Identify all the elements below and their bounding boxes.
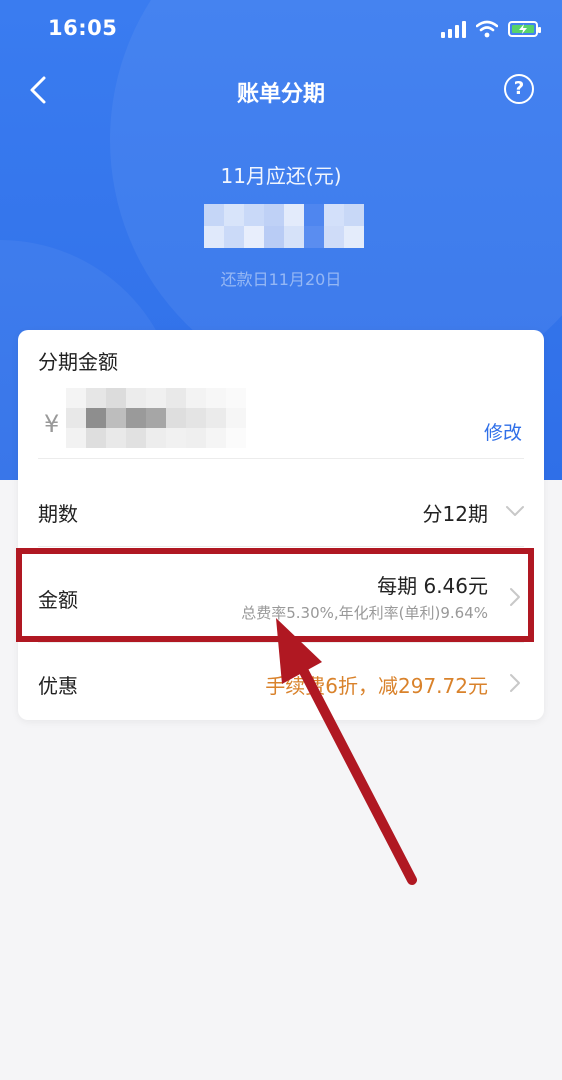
annotation-arrow-icon <box>276 618 417 885</box>
